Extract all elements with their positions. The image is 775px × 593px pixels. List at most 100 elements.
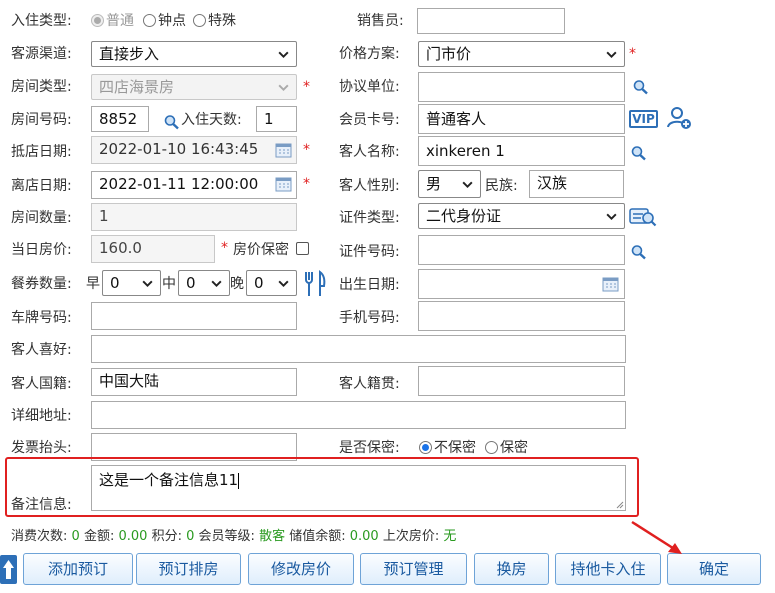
required-mark: * <box>629 46 636 62</box>
id-type-select[interactable]: 二代身份证 <box>418 203 625 229</box>
checkin-type-hourly-radio[interactable] <box>143 14 156 27</box>
invoice-title-label: 发票抬头: <box>11 440 72 456</box>
scroll-up-button[interactable] <box>0 555 17 584</box>
remarks-textarea[interactable]: 这是一个备注信息11 <box>91 465 626 511</box>
phone-input[interactable] <box>418 301 625 331</box>
room-number-input[interactable]: 8852 <box>91 106 149 132</box>
calendar-icon[interactable] <box>275 176 292 192</box>
guest-gender-value: 男 <box>426 175 442 193</box>
amount-label: 金额: <box>83 529 115 544</box>
daily-price-label: 当日房价: <box>11 242 72 258</box>
salesperson-input[interactable] <box>417 8 565 34</box>
checkin-type-special-radio[interactable] <box>193 14 206 27</box>
member-card-input[interactable]: 普通客人 <box>418 104 625 134</box>
add-reservation-button[interactable]: 添加预订 <box>23 553 133 585</box>
price-secret-checkbox[interactable] <box>296 242 309 255</box>
guest-gender-select[interactable]: 男 <box>418 170 481 198</box>
add-user-icon[interactable] <box>666 105 692 131</box>
last-price-label: 上次房价: <box>382 529 440 544</box>
checkin-type-normal-radio[interactable] <box>91 14 104 27</box>
calendar-icon[interactable] <box>275 142 292 158</box>
lunch-value: 0 <box>186 274 196 292</box>
agreement-unit-label: 协议单位: <box>339 79 400 95</box>
id-reader-icon[interactable] <box>629 207 657 227</box>
price-plan-value: 门市价 <box>426 45 472 63</box>
agreement-unit-input[interactable] <box>418 72 625 102</box>
preferences-input[interactable] <box>91 335 626 363</box>
birth-date-input[interactable] <box>418 269 625 299</box>
plate-number-label: 车牌号码: <box>11 310 72 326</box>
room-type-value: 四店海景房 <box>99 78 175 96</box>
address-input[interactable] <box>91 401 626 429</box>
breakfast-select[interactable]: 0 <box>102 270 161 296</box>
chevron-down-icon <box>278 51 289 59</box>
arrival-date-input[interactable]: 2022-01-10 16:43:45 <box>91 136 297 164</box>
source-channel-value: 直接步入 <box>99 45 160 63</box>
plate-number-input[interactable] <box>91 302 297 330</box>
source-channel-select[interactable]: 直接步入 <box>91 41 297 67</box>
arrival-date-label: 抵店日期: <box>11 144 72 160</box>
search-icon[interactable] <box>163 114 181 130</box>
lunch-label: 中 <box>162 276 176 292</box>
lunch-select[interactable]: 0 <box>178 270 230 296</box>
chevron-down-icon <box>606 213 617 221</box>
search-icon[interactable] <box>630 244 648 260</box>
required-mark: * <box>303 176 310 192</box>
id-type-value: 二代身份证 <box>426 207 502 225</box>
departure-date-input[interactable]: 2022-01-11 12:00:00 <box>91 171 297 199</box>
reservation-manage-button[interactable]: 预订管理 <box>360 553 467 585</box>
visits-value: 0 <box>71 529 80 544</box>
meal-coupons-label: 餐券数量: <box>11 276 72 292</box>
price-plan-select[interactable]: 门市价 <box>418 41 625 67</box>
not-confidential-radio[interactable] <box>419 441 432 454</box>
search-icon[interactable] <box>632 79 650 95</box>
native-place-label: 客人籍贯: <box>339 376 400 392</box>
stats-text: 消费次数: 0 金额: 0.00 积分: 0 会员等级: 散客 储值余额: 0.… <box>11 528 456 546</box>
native-place-input[interactable] <box>418 366 625 396</box>
birth-date-label: 出生日期: <box>339 277 400 293</box>
chevron-down-icon <box>211 280 222 288</box>
calendar-icon[interactable] <box>602 276 619 292</box>
guest-name-input[interactable]: xinkeren 1 <box>418 136 625 166</box>
phone-label: 手机号码: <box>339 310 400 326</box>
confidential-label: 是否保密: <box>339 440 400 456</box>
confidential-option-label: 保密 <box>500 440 528 456</box>
ethnicity-input[interactable]: 汉族 <box>529 170 624 198</box>
points-label: 积分: <box>151 529 182 544</box>
change-room-button[interactable]: 换房 <box>474 553 549 585</box>
room-count-input[interactable]: 1 <box>91 203 297 231</box>
visits-label: 消费次数: <box>11 529 68 544</box>
level-value: 散客 <box>259 529 286 544</box>
required-mark: * <box>303 79 310 95</box>
preferences-label: 客人喜好: <box>11 342 72 358</box>
dinner-select[interactable]: 0 <box>246 270 297 296</box>
stay-days-input[interactable]: 1 <box>256 106 297 132</box>
checkin-type-normal-label: 普通 <box>106 13 134 29</box>
id-type-label: 证件类型: <box>339 210 400 226</box>
fork-knife-icon[interactable] <box>302 270 328 298</box>
ethnicity-label: 民族: <box>485 178 518 194</box>
nationality-input[interactable]: 中国大陆 <box>91 368 297 396</box>
chevron-down-icon <box>278 84 289 92</box>
required-mark: * <box>221 240 228 256</box>
daily-price-input[interactable]: 160.0 <box>91 235 215 263</box>
chevron-down-icon <box>278 280 289 288</box>
checkin-type-label: 入住类型: <box>11 13 72 29</box>
resize-handle-icon[interactable] <box>614 499 624 509</box>
breakfast-value: 0 <box>110 274 120 292</box>
nationality-label: 客人国籍: <box>11 376 72 392</box>
room-number-label: 房间号码: <box>11 112 72 128</box>
room-type-select[interactable]: 四店海景房 <box>91 74 297 100</box>
reservation-schedule-button[interactable]: 预订排房 <box>136 553 241 585</box>
search-icon[interactable] <box>630 145 648 161</box>
id-number-input[interactable] <box>418 235 625 265</box>
price-secret-label: 房价保密 <box>233 242 289 258</box>
points-value: 0 <box>186 529 195 544</box>
vip-icon[interactable]: VIP <box>629 110 658 128</box>
modify-price-button[interactable]: 修改房价 <box>248 553 354 585</box>
level-label: 会员等级: <box>198 529 255 544</box>
dinner-label: 晚 <box>230 276 244 292</box>
checkin-type-special-label: 特殊 <box>208 13 236 29</box>
confidential-radio[interactable] <box>485 441 498 454</box>
not-confidential-label: 不保密 <box>434 440 476 456</box>
